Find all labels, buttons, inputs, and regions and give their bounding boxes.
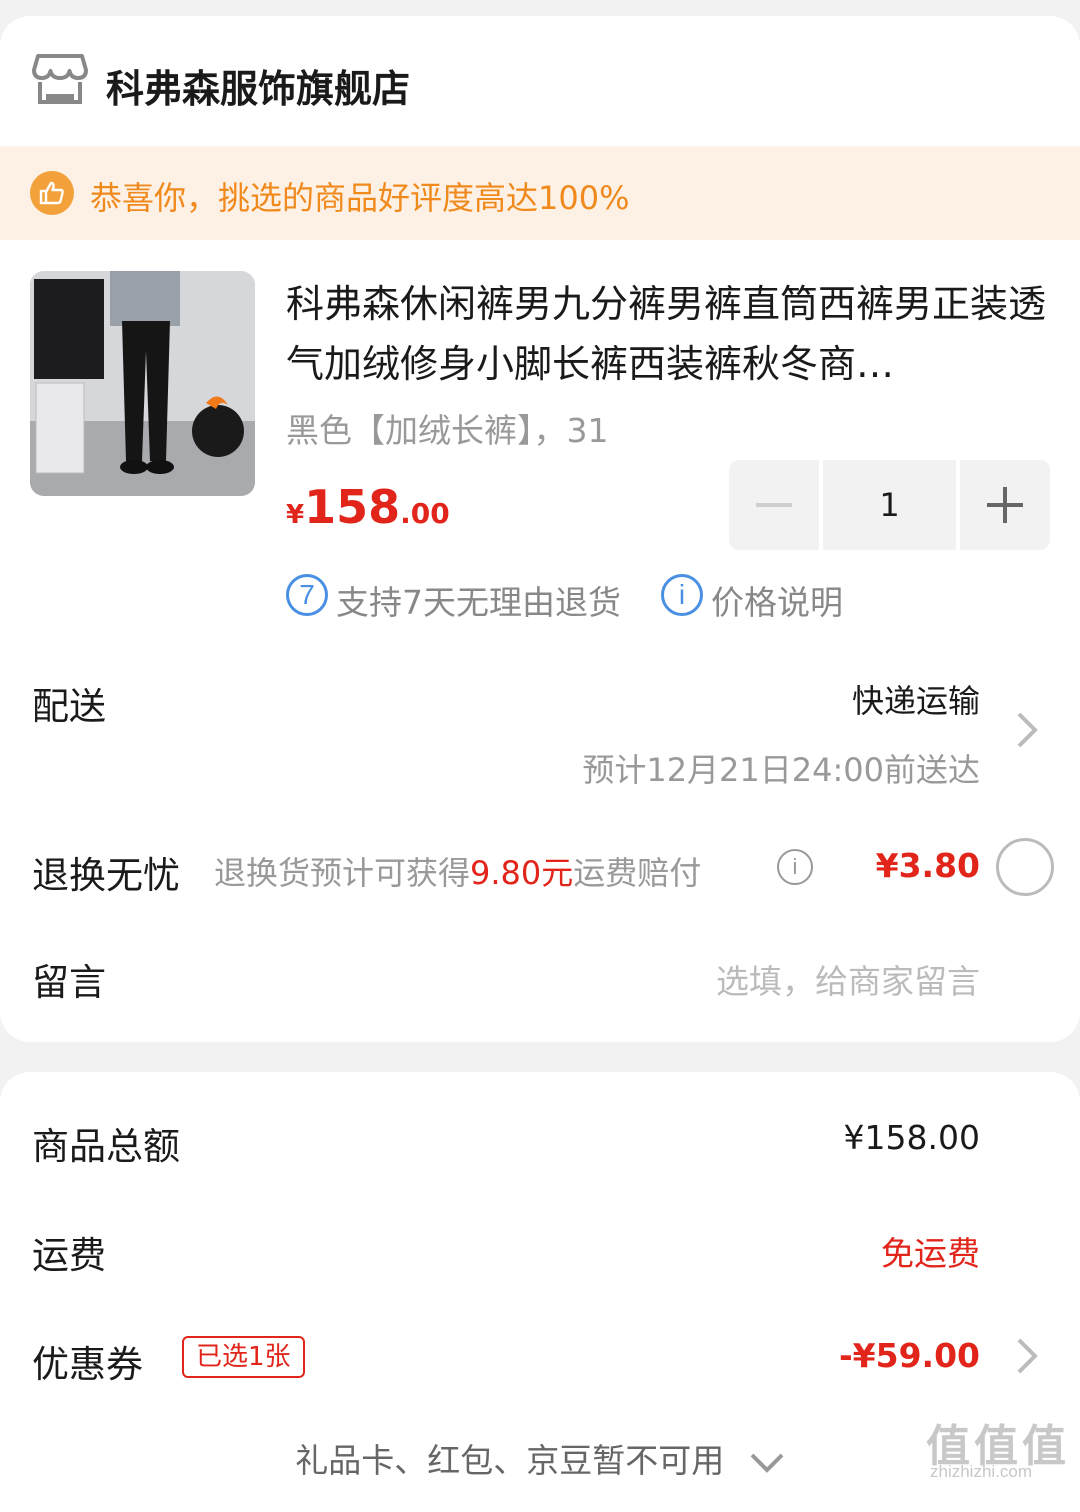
coupon-label: 优惠券 xyxy=(32,1343,143,1386)
price-info-text[interactable]: 价格说明 xyxy=(711,576,843,624)
delivery-label: 配送 xyxy=(32,685,106,728)
quantity-stepper: 1 xyxy=(729,460,1050,550)
message-label: 留言 xyxy=(32,961,106,1004)
product-title[interactable]: 科弗森休闲裤男九分裤男裤直筒西裤男正装透气加绒修身小脚长裤西装裤秋冬商… xyxy=(286,274,1056,394)
seven-day-return-icon: 7 xyxy=(286,574,328,616)
goods-total-value: ¥158.00 xyxy=(843,1118,980,1157)
product-image[interactable] xyxy=(30,271,255,496)
price-integer: 158 xyxy=(304,480,401,534)
delivery-method[interactable]: 快递运输 xyxy=(852,676,980,722)
quantity-value[interactable]: 1 xyxy=(823,460,956,550)
return-desc-amount: 9.80元 xyxy=(470,854,574,892)
return-desc-prefix: 退换货预计可获得 xyxy=(214,854,471,892)
store-name[interactable]: 科弗森服饰旗舰店 xyxy=(106,58,410,113)
return-protect-desc: 退换货预计可获得9.80元运费赔付 xyxy=(214,848,701,894)
message-input[interactable]: 选填，给商家留言 xyxy=(716,955,980,1003)
price-decimal: .00 xyxy=(400,497,450,530)
goods-total-label: 商品总额 xyxy=(32,1125,180,1168)
product-price: ¥158.00 xyxy=(286,480,450,534)
price-currency: ¥ xyxy=(286,500,305,530)
shipping-label: 运费 xyxy=(32,1234,106,1277)
coupon-badge: 已选1张 xyxy=(182,1336,305,1378)
return-protect-radio[interactable] xyxy=(996,838,1054,896)
minus-icon xyxy=(756,503,792,507)
seven-day-return-text[interactable]: 支持7天无理由退货 xyxy=(336,576,621,624)
price-info-icon: i xyxy=(661,574,703,616)
thumbs-up-icon xyxy=(30,171,74,215)
return-protect-label: 退换无忧 xyxy=(32,854,180,897)
store-icon xyxy=(32,52,88,106)
return-desc-suffix: 运费赔付 xyxy=(573,854,702,892)
increase-quantity-button[interactable] xyxy=(960,460,1050,550)
delivery-eta: 预计12月21日24:00前送达 xyxy=(582,751,980,789)
chevron-down-icon xyxy=(750,1453,784,1473)
plus-icon xyxy=(987,487,1023,523)
decrease-quantity-button[interactable] xyxy=(729,460,819,550)
unavailable-payment-text: 礼品卡、红包、京豆暂不可用 xyxy=(295,1441,725,1480)
watermark-url: zhizhizhi.com xyxy=(930,1462,1033,1481)
product-spec[interactable]: 黑色【加绒长裤】，31 xyxy=(286,404,609,452)
shipping-value: 免运费 xyxy=(881,1234,980,1273)
unavailable-payment-toggle[interactable]: 礼品卡、红包、京豆暂不可用 xyxy=(0,1434,1080,1482)
coupon-value[interactable]: -¥59.00 xyxy=(839,1336,980,1375)
return-info-icon[interactable]: i xyxy=(777,849,813,885)
praise-banner-text: 恭喜你，挑选的商品好评度高达100% xyxy=(90,179,630,217)
coupon-chevron-icon[interactable] xyxy=(1014,1336,1040,1376)
delivery-chevron-icon[interactable] xyxy=(1014,710,1040,750)
return-protect-price: ¥3.80 xyxy=(875,846,980,885)
